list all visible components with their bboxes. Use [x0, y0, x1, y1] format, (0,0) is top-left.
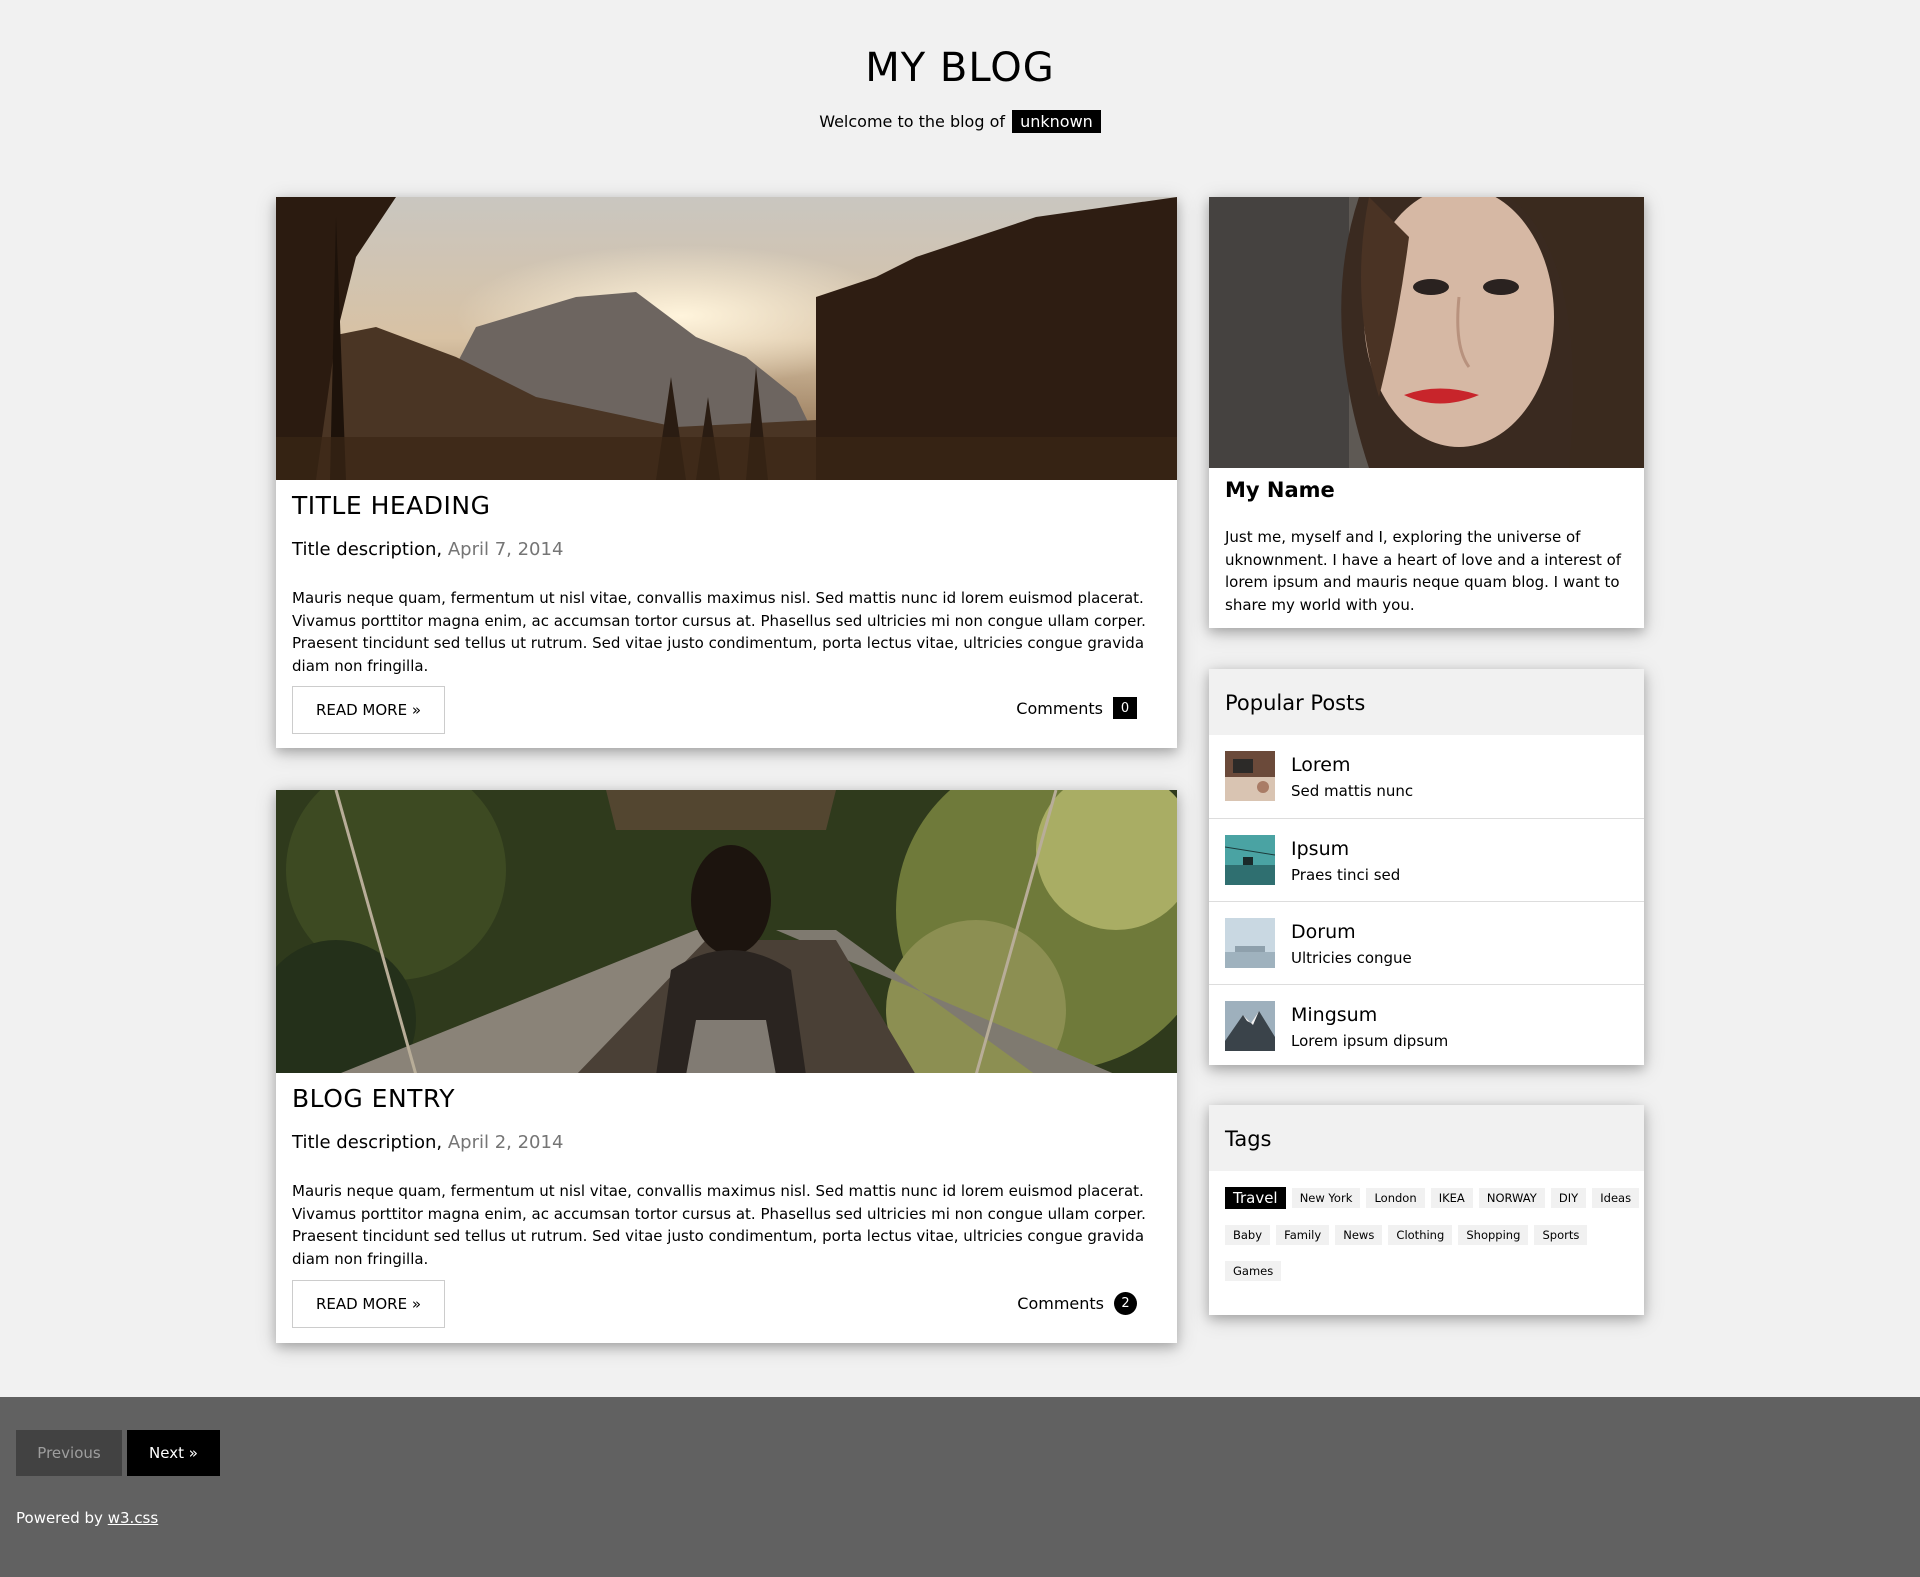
comments-link[interactable]: Comments 0 — [1016, 697, 1137, 719]
skyline-thumbnail — [1225, 918, 1275, 968]
previous-button[interactable]: Previous — [16, 1430, 122, 1476]
profile-bio: Just me, myself and I, exploring the uni… — [1225, 528, 1622, 614]
tag-london[interactable]: London — [1366, 1188, 1425, 1208]
workspace-thumbnail — [1225, 751, 1275, 801]
entry-description-text: Title description, — [292, 1132, 443, 1153]
portrait-photo — [1209, 197, 1644, 468]
gondola-thumbnail — [1225, 835, 1275, 885]
read-more-button[interactable]: READ MORE » — [292, 686, 445, 734]
comments-count-badge: 0 — [1113, 697, 1137, 719]
owner-tag: unknown — [1012, 110, 1101, 133]
post-subtitle: Lorem ipsum dipsum — [1291, 1032, 1449, 1050]
comments-count-badge: 2 — [1114, 1292, 1137, 1315]
tag-baby[interactable]: Baby — [1225, 1225, 1271, 1245]
entry-date: April 7, 2014 — [447, 539, 564, 560]
tag-ideas[interactable]: Ideas — [1592, 1188, 1640, 1208]
tag-new-york[interactable]: New York — [1291, 1188, 1361, 1208]
w3css-link[interactable]: w3.css — [108, 1509, 158, 1527]
entry-date: April 2, 2014 — [447, 1132, 564, 1153]
tag-travel[interactable]: Travel — [1225, 1187, 1286, 1209]
tag-norway[interactable]: NORWAY — [1478, 1188, 1545, 1208]
entry-title: TITLE HEADING — [292, 491, 491, 520]
next-button[interactable]: Next » — [127, 1430, 220, 1476]
comments-label: Comments — [1017, 1294, 1104, 1313]
site-header: MY BLOG Welcome to the blog of unknown — [0, 0, 1920, 160]
tag-list: Travel New York London IKEA NORWAY DIY I… — [1225, 1187, 1645, 1297]
tag-family[interactable]: Family — [1276, 1225, 1330, 1245]
list-item[interactable]: Dorum Ultricies congue — [1209, 901, 1644, 984]
site-subtitle: Welcome to the blog of unknown — [0, 110, 1920, 133]
tags-card: Tags Travel New York London IKEA NORWAY … — [1209, 1105, 1644, 1315]
list-item[interactable]: Lorem Sed mattis nunc — [1209, 735, 1644, 818]
blog-entry-card: TITLE HEADING Title description, April 7… — [276, 197, 1177, 748]
entry-title: BLOG ENTRY — [292, 1084, 455, 1113]
read-more-button[interactable]: READ MORE » — [292, 1280, 445, 1328]
entry-description: Title description, April 2, 2014 — [292, 1132, 563, 1153]
tag-ikea[interactable]: IKEA — [1430, 1188, 1473, 1208]
popular-posts-list: Lorem Sed mattis nunc Ipsum Praes tinci … — [1209, 735, 1644, 1067]
powered-by: Powered by w3.css — [16, 1509, 158, 1527]
mountain-thumbnail — [1225, 1001, 1275, 1051]
post-subtitle: Sed mattis nunc — [1291, 782, 1414, 800]
post-title: Dorum — [1291, 921, 1356, 943]
comments-label: Comments — [1016, 698, 1103, 718]
post-subtitle: Ultricies congue — [1291, 949, 1412, 967]
tag-clothing[interactable]: Clothing — [1388, 1225, 1453, 1245]
tag-games[interactable]: Games — [1225, 1261, 1282, 1281]
tag-diy[interactable]: DIY — [1550, 1188, 1587, 1208]
site-footer: Previous Next » Powered by w3.css — [0, 1397, 1920, 1577]
subtitle-text: Welcome to the blog of — [819, 112, 1006, 131]
list-item[interactable]: Ipsum Praes tinci sed — [1209, 818, 1644, 901]
tags-heading: Tags — [1209, 1105, 1644, 1171]
entry-description: Title description, April 7, 2014 — [292, 539, 563, 560]
entry-description-text: Title description, — [292, 539, 443, 560]
post-title: Lorem — [1291, 754, 1351, 776]
post-title: Mingsum — [1291, 1004, 1378, 1026]
mountain-sunset-photo — [276, 197, 1177, 480]
tag-news[interactable]: News — [1335, 1225, 1383, 1245]
post-title: Ipsum — [1291, 838, 1350, 860]
profile-name: My Name — [1225, 478, 1335, 502]
comments-link[interactable]: Comments 2 — [1017, 1292, 1137, 1315]
profile-card: My Name Just me, myself and I, exploring… — [1209, 197, 1644, 628]
woman-on-bridge-photo — [276, 790, 1177, 1073]
entry-body: Mauris neque quam, fermentum ut nisl vit… — [292, 589, 1146, 675]
tag-shopping[interactable]: Shopping — [1458, 1225, 1529, 1245]
tag-sports[interactable]: Sports — [1534, 1225, 1588, 1245]
powered-by-text: Powered by — [16, 1509, 103, 1527]
entry-body: Mauris neque quam, fermentum ut nisl vit… — [292, 1182, 1146, 1268]
site-title: MY BLOG — [865, 45, 1055, 91]
popular-posts-heading: Popular Posts — [1209, 669, 1644, 735]
popular-posts-card: Popular Posts Lorem Sed mattis nunc Ipsu… — [1209, 669, 1644, 1065]
list-item[interactable]: Mingsum Lorem ipsum dipsum — [1209, 984, 1644, 1067]
blog-entry-card: BLOG ENTRY Title description, April 2, 2… — [276, 790, 1177, 1343]
post-subtitle: Praes tinci sed — [1291, 866, 1401, 884]
